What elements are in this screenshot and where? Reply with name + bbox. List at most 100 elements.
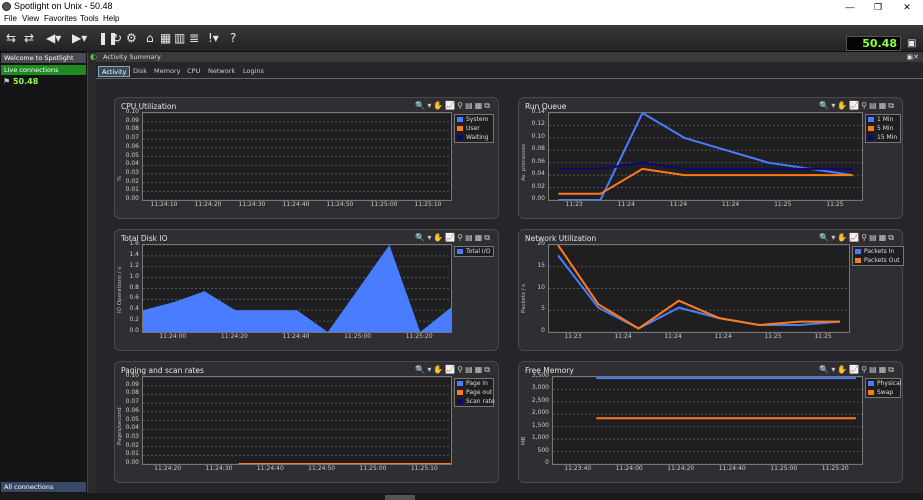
paging-chart-svg [143, 377, 451, 464]
tab-activity[interactable]: Activity [98, 66, 131, 77]
y-tick-label: 0 [541, 327, 545, 334]
legend-swatch [855, 258, 861, 263]
x-tick-label: 11:24:00 [159, 333, 187, 340]
menu-favorites[interactable]: Favorites [44, 14, 77, 23]
close-button[interactable]: ✕ [893, 0, 921, 14]
monitor-icon[interactable]: ▣ [907, 37, 916, 51]
disconnect-icon[interactable]: ⇄ [24, 31, 34, 45]
x-tick-label: 11:25:00 [359, 465, 387, 472]
legend-swatch [868, 381, 874, 386]
tab-network[interactable]: Network [205, 66, 238, 77]
y-tick-label: 0.2 [129, 316, 139, 324]
legend-label: System [466, 116, 489, 123]
y-tick-label: 0.02 [531, 182, 545, 190]
x-tick-label: 11:24:20 [154, 465, 182, 472]
paging-plot-area[interactable] [142, 376, 452, 465]
x-tick-label: 11:24:50 [326, 201, 354, 208]
connect-icon[interactable]: ⇆ [6, 31, 16, 45]
x-tick-label: 11:25 [826, 201, 844, 208]
x-tick-label: 11:24:30 [238, 201, 266, 208]
x-tick-label: 11:24:10 [150, 201, 178, 208]
minimize-button[interactable]: — [836, 0, 864, 14]
y-tick-label: 0.04 [125, 160, 139, 168]
y-tick-label: 1.4 [129, 250, 139, 258]
panel-controls-icon[interactable]: ▣✕ [907, 52, 919, 62]
legend-label: Waiting [466, 134, 489, 141]
tab-memory[interactable]: Memory [151, 66, 183, 77]
y-tick-label: 1,000 [531, 434, 549, 442]
y-tick-label: 0.08 [125, 389, 139, 397]
back-icon[interactable]: ◀▾ [46, 31, 61, 45]
grid-icon[interactable]: ▦ [160, 31, 171, 45]
chart-toolbar-icons[interactable]: 🔍▾✋📈⚲▤▦⧉ [819, 101, 896, 111]
legend-entry: Scan rate [455, 397, 495, 406]
y-tick-label: 0.01 [125, 450, 139, 458]
chart-toolbar-icons[interactable]: 🔍▾✋📈⚲▤▦⧉ [819, 233, 896, 243]
connection-item[interactable]: ⚑ 50.48 [3, 77, 38, 86]
x-tick-label: 11:23 [564, 333, 582, 340]
panel-title: Activity Summary [103, 53, 161, 61]
menu-view[interactable]: View [22, 14, 39, 23]
x-tick-label: 11:25:00 [370, 201, 398, 208]
y-tick-label: 3,500 [531, 372, 549, 379]
menu-help[interactable]: Help [103, 14, 119, 23]
cpu-plot-area[interactable] [142, 112, 452, 201]
x-tick-label: 11:24:20 [194, 201, 222, 208]
mem-chart-svg [553, 377, 862, 464]
tab-logins[interactable]: Logins [240, 66, 267, 77]
x-tick-label: 11:24:40 [282, 201, 310, 208]
sidebar-live-connections[interactable]: Live connections [1, 65, 86, 75]
runq-plot-area[interactable] [548, 112, 863, 201]
chart-legend: Total I/O [454, 246, 494, 257]
forward-icon[interactable]: ▶▾ [72, 31, 87, 45]
mem-plot-area[interactable] [552, 376, 863, 465]
tab-disk[interactable]: Disk [130, 66, 150, 77]
app-icon [2, 2, 11, 11]
menu-file[interactable]: File [4, 14, 17, 23]
toolbar: ⇆ ⇄ ◀▾ ▶▾ ❚❚ ↻ ⚙ ⌂ ▦ ▥ ≣ !▾ ? [0, 25, 923, 52]
connection-label: 50.48 [12, 77, 39, 86]
horizontal-scrollbar[interactable] [0, 493, 923, 500]
legend-swatch [457, 126, 463, 131]
x-tick-label: 11:25:10 [414, 201, 442, 208]
legend-entry: Page out [455, 388, 493, 397]
chart-icon[interactable]: ▥ [174, 31, 185, 45]
y-tick-label: 2,000 [531, 409, 549, 417]
chart-legend: 1 Min 5 Min 15 Min [865, 114, 901, 143]
tab-cpu[interactable]: CPU [184, 66, 203, 77]
refresh-icon[interactable]: ↻ [112, 31, 122, 45]
chart-toolbar-icons[interactable]: 🔍▾✋📈⚲▤▦⧉ [819, 365, 896, 375]
y-tick-label: 0.05 [125, 151, 139, 159]
tools-icon[interactable]: ⚙ [126, 31, 137, 45]
title-bar: Spotlight on Unix - 50.48 — ❐ ✕ [0, 0, 923, 14]
net-chart-svg [549, 245, 849, 332]
sidebar-all-connections[interactable]: All connections [1, 482, 86, 492]
disk-plot-area[interactable] [142, 244, 452, 333]
y-axis-label: Pages/second [117, 406, 123, 445]
alarm-icon[interactable]: !▾ [208, 31, 219, 45]
x-tick-label: 11:25 [814, 333, 832, 340]
y-tick-label: 0.12 [531, 120, 545, 128]
y-tick-label: 0.00 [531, 195, 545, 202]
chart-toolbar-icons[interactable]: 🔍▾✋📈⚲▤▦⧉ [415, 365, 492, 375]
scroll-thumb[interactable] [385, 495, 415, 500]
series-line-1-min [558, 113, 853, 200]
panel-header: ◐ Activity Summary ▣✕ [90, 52, 923, 62]
y-tick-label: 500 [537, 446, 549, 454]
chart-toolbar-icons[interactable]: 🔍▾✋📈⚲▤▦⧉ [415, 233, 492, 243]
net-plot-area[interactable] [548, 244, 850, 333]
legend-entry: System [455, 115, 493, 124]
maximize-button[interactable]: ❐ [864, 0, 892, 14]
list-icon[interactable]: ≣ [189, 31, 199, 45]
legend-label: Packets In [864, 248, 895, 255]
y-tick-label: 20 [537, 240, 545, 247]
sidebar-welcome[interactable]: Welcome to Spotlight [1, 53, 86, 63]
x-tick-label: 11:24 [614, 333, 632, 340]
home-icon[interactable]: ⌂ [146, 31, 154, 45]
help-icon[interactable]: ? [230, 31, 236, 45]
chart-legend: Page in Page out Scan rate [454, 378, 495, 407]
disk-chart-svg [143, 245, 451, 332]
chart-toolbar-icons[interactable]: 🔍▾✋📈⚲▤▦⧉ [415, 101, 492, 111]
legend-swatch [457, 381, 463, 386]
menu-tools[interactable]: Tools [80, 14, 99, 23]
